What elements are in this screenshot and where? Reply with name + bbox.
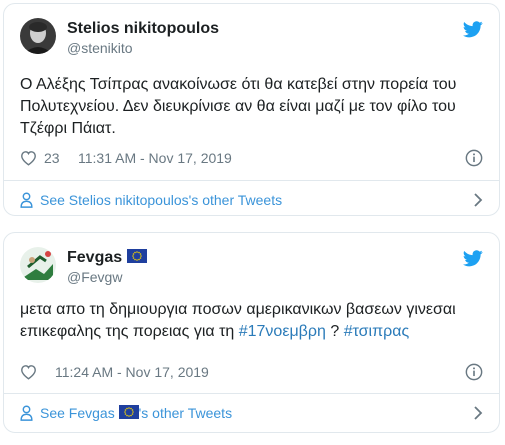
author-name-text[interactable]: Fevgas <box>67 249 122 266</box>
tweet-meta: 23 11:31 AM - Nov 17, 2019 <box>20 149 483 169</box>
chevron-right-icon[interactable] <box>473 192 483 208</box>
author-handle[interactable]: @Fevgw <box>67 269 122 285</box>
other-tweets-suffix[interactable]: 's other Tweets <box>139 405 232 421</box>
tweet-text: Ο Αλέξης Τσίπρας ανακοίνωσε ότι θα κατεβ… <box>20 76 457 137</box>
tweet-timestamp[interactable]: 11:31 AM - Nov 17, 2019 <box>78 150 232 166</box>
hashtag-link[interactable]: #τσιπρας <box>344 323 410 340</box>
like-count[interactable]: 23 <box>44 150 60 166</box>
avatar[interactable] <box>20 18 56 54</box>
other-tweets-prefix[interactable]: See Fevgas <box>40 405 119 421</box>
tweet-text-separator: ? <box>325 323 344 340</box>
tweet-meta: 11:24 AM - Nov 17, 2019 <box>20 363 483 383</box>
other-tweets-label[interactable]: See Fevgas 's other Tweets <box>40 405 232 421</box>
heart-icon[interactable] <box>20 150 37 166</box>
tweet-text: μετα απο τη δημιουργια ποσων αμερικανικω… <box>20 299 483 343</box>
hashtag-link[interactable]: #17νοεμβρη <box>239 323 326 340</box>
author-handle[interactable]: @stenikito <box>67 40 133 56</box>
avatar[interactable] <box>20 247 56 283</box>
info-icon[interactable] <box>465 363 483 381</box>
other-tweets-label[interactable]: See Stelios nikitopoulos's other Tweets <box>40 192 282 208</box>
tweet-card: Fevgas @Fevgw μετα απο τη δημιουργια ποσ… <box>3 232 500 433</box>
tweet-header: Fevgas @Fevgw <box>20 247 483 291</box>
author-name[interactable]: Stelios nikitopoulos <box>67 20 219 38</box>
twitter-bird-icon[interactable] <box>463 21 483 38</box>
heart-icon[interactable] <box>20 364 37 380</box>
person-icon <box>20 192 33 208</box>
other-tweets-link[interactable]: See Stelios nikitopoulos's other Tweets <box>4 181 499 215</box>
tweet-card: Stelios nikitopoulos @stenikito Ο Αλέξης… <box>3 3 500 216</box>
info-icon[interactable] <box>465 149 483 167</box>
tweet-timestamp[interactable]: 11:24 AM - Nov 17, 2019 <box>55 364 209 380</box>
eu-flag-icon <box>127 249 148 263</box>
other-tweets-link[interactable]: See Fevgas 's other Tweets <box>4 394 499 430</box>
person-icon <box>20 405 33 421</box>
author-name[interactable]: Fevgas <box>67 249 148 267</box>
chevron-right-icon[interactable] <box>473 405 483 421</box>
eu-flag-icon <box>118 405 139 419</box>
twitter-bird-icon[interactable] <box>463 250 483 267</box>
tweet-header: Stelios nikitopoulos @stenikito <box>20 18 483 62</box>
